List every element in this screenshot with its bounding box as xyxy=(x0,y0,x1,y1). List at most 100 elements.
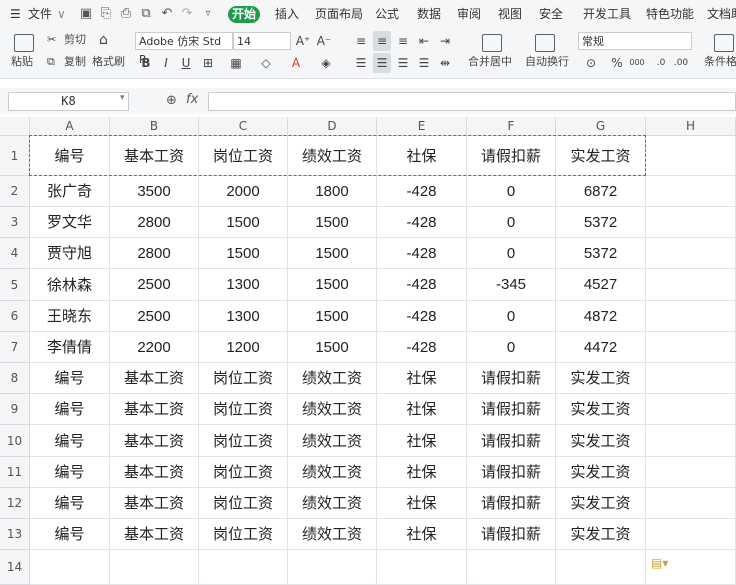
table-cell[interactable]: 2500 xyxy=(110,269,199,301)
table-cell[interactable]: 请假扣薪 xyxy=(467,136,556,176)
format-painter-button[interactable]: 格式刷 xyxy=(92,51,125,73)
cut-button[interactable]: 剪切 xyxy=(64,29,86,51)
distributed-icon[interactable]: ⇹ xyxy=(436,53,454,73)
table-cell[interactable]: 0 xyxy=(467,207,556,238)
table-cell[interactable]: 2800 xyxy=(110,238,199,269)
table-cell[interactable]: 绩效工资 xyxy=(288,519,377,550)
table-cell[interactable]: 1500 xyxy=(288,332,377,363)
tab-insert[interactable]: 插入 xyxy=(275,0,299,28)
row-header[interactable]: 1 xyxy=(0,136,30,176)
table-cell[interactable] xyxy=(646,425,736,457)
table-cell[interactable] xyxy=(288,550,377,585)
conditional-format-icon[interactable] xyxy=(714,34,734,52)
table-cell[interactable] xyxy=(199,550,288,585)
decrease-font-icon[interactable]: A⁻ xyxy=(315,31,333,51)
table-cell[interactable]: 2000 xyxy=(199,176,288,207)
chevron-down-icon[interactable]: ∨ xyxy=(57,0,66,28)
tab-developer[interactable]: 开发工具 xyxy=(583,0,631,28)
table-cell[interactable]: 1500 xyxy=(288,269,377,301)
table-cell[interactable]: 实发工资 xyxy=(556,394,646,425)
table-cell[interactable]: 实发工资 xyxy=(556,425,646,457)
row-header[interactable]: 4 xyxy=(0,238,30,269)
table-cell[interactable]: 李倩倩 xyxy=(30,332,110,363)
column-header[interactable]: G xyxy=(556,117,646,136)
align-top-icon[interactable]: ≡ xyxy=(352,31,370,51)
table-cell[interactable]: 4872 xyxy=(556,301,646,332)
table-cell[interactable]: 编号 xyxy=(30,136,110,176)
name-box[interactable]: K8 xyxy=(8,92,129,111)
table-cell[interactable]: 0 xyxy=(467,332,556,363)
indent-decrease-icon[interactable]: ⇤ xyxy=(415,31,433,51)
font-name-select[interactable]: Adobe 仿宋 Std R xyxy=(135,32,233,66)
bold-button[interactable]: B xyxy=(137,53,155,73)
table-cell[interactable]: 社保 xyxy=(377,363,467,394)
select-all-corner[interactable] xyxy=(0,117,30,136)
chevron-down-icon[interactable]: ▾ xyxy=(120,93,125,103)
table-cell[interactable] xyxy=(646,136,736,176)
increase-font-icon[interactable]: A⁺ xyxy=(294,31,312,51)
table-cell[interactable]: 编号 xyxy=(30,457,110,488)
table-cell[interactable]: 基本工资 xyxy=(110,488,199,519)
table-cell[interactable] xyxy=(646,238,736,269)
align-middle-icon[interactable]: ≡ xyxy=(373,31,391,51)
save-icon[interactable]: ▣ xyxy=(78,0,94,28)
row-header[interactable]: 9 xyxy=(0,394,30,425)
tab-home[interactable]: 开始 xyxy=(228,6,260,23)
table-cell[interactable]: 2800 xyxy=(110,207,199,238)
align-bottom-icon[interactable]: ≡ xyxy=(394,31,412,51)
table-cell[interactable]: 社保 xyxy=(377,136,467,176)
table-cell[interactable]: 0 xyxy=(467,301,556,332)
row-header[interactable]: 8 xyxy=(0,363,30,394)
column-header[interactable]: B xyxy=(110,117,199,136)
table-cell[interactable]: 请假扣薪 xyxy=(467,425,556,457)
table-cell[interactable]: 基本工资 xyxy=(110,457,199,488)
column-header[interactable]: D xyxy=(288,117,377,136)
tab-security[interactable]: 安全 xyxy=(539,0,563,28)
table-cell[interactable]: 张广奇 xyxy=(30,176,110,207)
formula-input[interactable] xyxy=(208,92,736,111)
row-header[interactable]: 2 xyxy=(0,176,30,207)
row-header[interactable]: 14 xyxy=(0,550,30,585)
row-header[interactable]: 3 xyxy=(0,207,30,238)
paste-options-icon[interactable]: ▤▾ xyxy=(651,556,673,572)
table-cell[interactable]: 编号 xyxy=(30,488,110,519)
table-cell[interactable]: 徐林森 xyxy=(30,269,110,301)
number-format-select[interactable]: 常规 xyxy=(578,32,692,50)
table-cell[interactable]: -428 xyxy=(377,207,467,238)
table-cell[interactable]: 1200 xyxy=(199,332,288,363)
table-cell[interactable]: 社保 xyxy=(377,425,467,457)
percent-button[interactable]: % xyxy=(608,53,626,73)
table-cell[interactable]: 1500 xyxy=(199,207,288,238)
borders-icon[interactable]: ⊞ xyxy=(199,53,217,73)
copy-button[interactable]: 复制 xyxy=(64,51,86,73)
table-cell[interactable]: 4472 xyxy=(556,332,646,363)
row-header[interactable]: 12 xyxy=(0,488,30,519)
table-cell[interactable]: 岗位工资 xyxy=(199,488,288,519)
table-cell[interactable] xyxy=(646,488,736,519)
table-cell[interactable]: 1500 xyxy=(199,238,288,269)
increase-decimal-icon[interactable]: .0 xyxy=(652,53,670,73)
table-cell[interactable] xyxy=(646,457,736,488)
table-cell[interactable]: 基本工资 xyxy=(110,136,199,176)
fill-pattern-icon[interactable]: ▦ xyxy=(227,53,245,73)
column-header[interactable]: E xyxy=(377,117,467,136)
table-cell[interactable]: 岗位工资 xyxy=(199,519,288,550)
print-icon[interactable]: ⎙ xyxy=(118,0,134,28)
table-cell[interactable] xyxy=(30,550,110,585)
table-cell[interactable]: 4527 xyxy=(556,269,646,301)
table-cell[interactable]: 绩效工资 xyxy=(288,394,377,425)
table-cell[interactable]: 1500 xyxy=(288,238,377,269)
table-cell[interactable]: -428 xyxy=(377,332,467,363)
justify-icon[interactable]: ☰ xyxy=(415,53,433,73)
table-cell[interactable]: 实发工资 xyxy=(556,488,646,519)
table-cell[interactable] xyxy=(646,301,736,332)
table-cell[interactable]: 3500 xyxy=(110,176,199,207)
table-cell[interactable]: 1300 xyxy=(199,269,288,301)
tab-formulas[interactable]: 公式 xyxy=(375,0,399,28)
row-header[interactable]: 11 xyxy=(0,457,30,488)
indent-increase-icon[interactable]: ⇥ xyxy=(436,31,454,51)
export-icon[interactable]: ⎘ xyxy=(98,0,114,28)
fill-color-icon[interactable]: ◇ xyxy=(257,53,275,73)
table-cell[interactable]: 1500 xyxy=(288,207,377,238)
table-cell[interactable]: 0 xyxy=(467,238,556,269)
